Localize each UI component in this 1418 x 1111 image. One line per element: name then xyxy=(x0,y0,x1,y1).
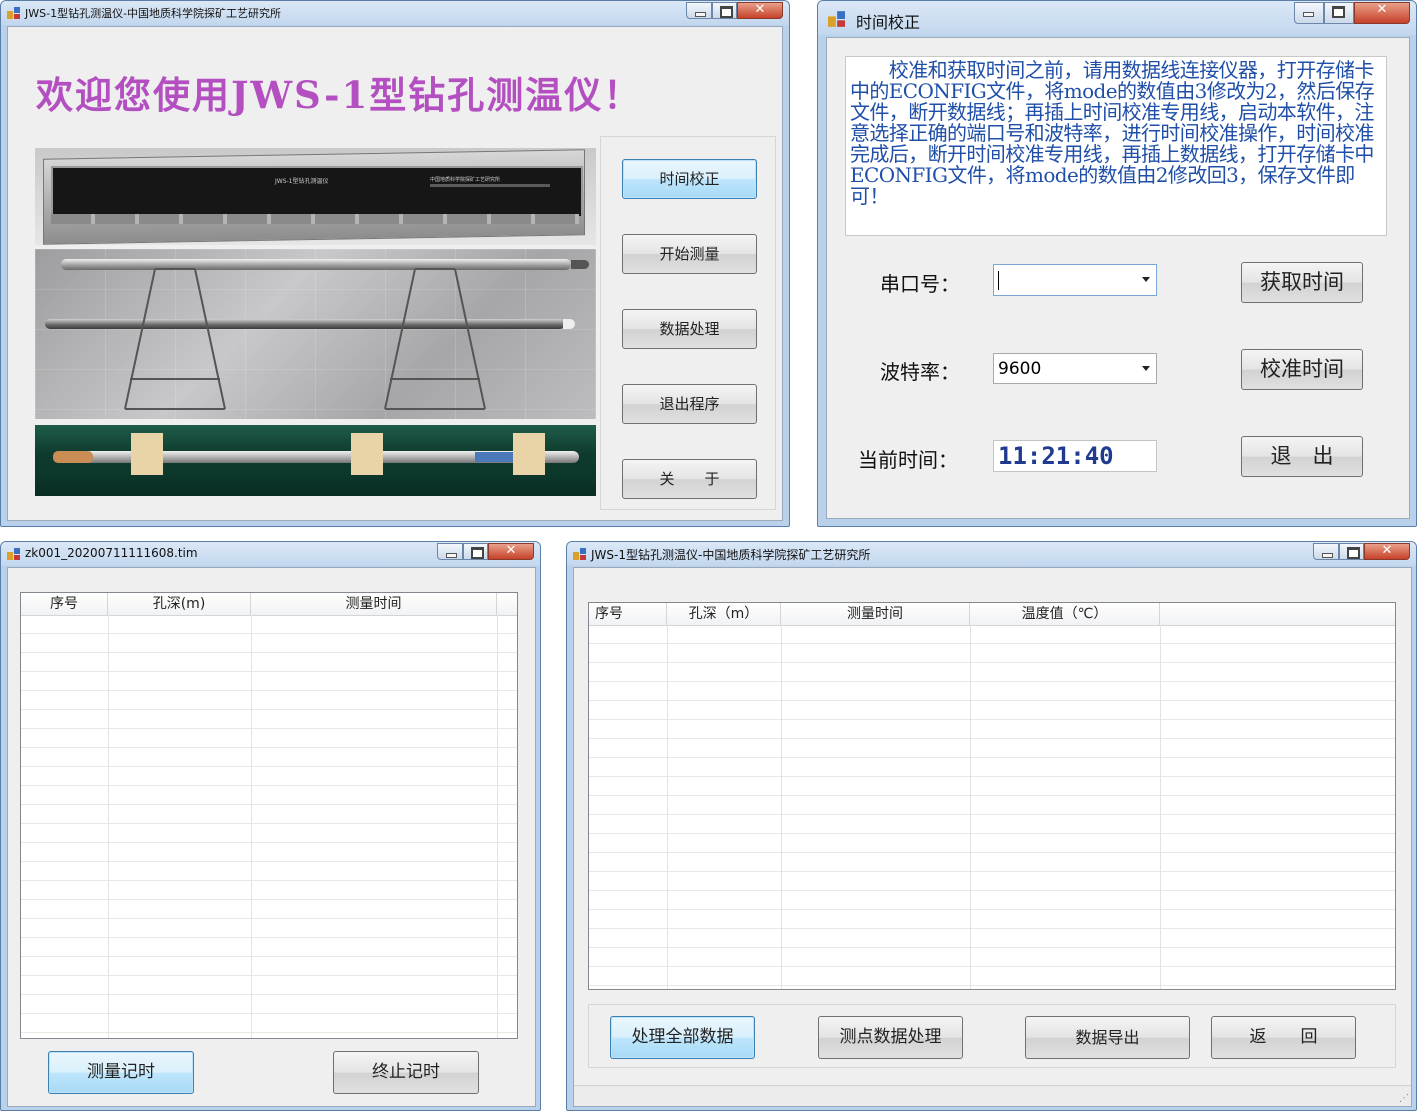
instruction-box: 校准和获取时间之前，请用数据线连接仪器，打开存储卡中的ECONFIG文件，将mo… xyxy=(845,56,1387,236)
time-calibration-button[interactable]: 时间校正 xyxy=(622,159,757,199)
process-table-header: 序号 孔深（m） 测量时间 温度值（℃） xyxy=(589,603,1395,626)
time-calibration-window: 时间校正 校准和获取时间之前，请用数据线连接仪器，打开存储卡中的ECONFIG文… xyxy=(817,0,1417,527)
record-table-header: 序号 孔深(m) 测量时间 xyxy=(21,593,517,616)
main-window: JWS-1型钻孔测温仪-中国地质科学院探矿工艺研究所 欢迎您使用JWS-1型钻孔… xyxy=(0,0,790,527)
port-label: 串口号： xyxy=(880,272,960,296)
app-icon xyxy=(828,11,845,27)
time-client-area: 校准和获取时间之前，请用数据线连接仪器，打开存储卡中的ECONFIG文件，将mo… xyxy=(826,37,1410,519)
minimize-button[interactable] xyxy=(1294,2,1324,24)
time-titlebar[interactable]: 时间校正 xyxy=(818,1,1416,35)
calibrate-time-button[interactable]: 校准时间 xyxy=(1241,349,1363,390)
maximize-button[interactable] xyxy=(463,543,488,560)
stop-timing-button[interactable]: 终止记时 xyxy=(333,1051,479,1094)
record-table[interactable]: 序号 孔深(m) 测量时间 xyxy=(20,592,518,1039)
instrument-case-photo: JWS-1型钻孔测温仪 中国地质科学院探矿工艺研究所 xyxy=(35,148,596,245)
return-button[interactable]: 返 回 xyxy=(1211,1016,1356,1059)
exit-button[interactable]: 退 出 xyxy=(1241,436,1363,477)
maximize-button[interactable] xyxy=(1339,543,1364,560)
close-button[interactable] xyxy=(1354,2,1410,24)
get-time-button[interactable]: 获取时间 xyxy=(1241,262,1363,303)
baud-value: 9600 xyxy=(998,359,1042,379)
about-button[interactable]: 关 于 xyxy=(622,459,757,499)
data-export-button[interactable]: 数据导出 xyxy=(1025,1016,1190,1059)
record-table-rows xyxy=(21,615,517,1038)
main-client-area: 欢迎您使用JWS-1型钻孔测温仪！ JWS-1型钻孔测温仪 中国地质科学院探矿工… xyxy=(7,26,783,521)
main-titlebar[interactable]: JWS-1型钻孔测温仪-中国地质科学院探矿工艺研究所 xyxy=(1,1,789,25)
welcome-text: 欢迎您使用JWS-1型钻孔测温仪！ xyxy=(36,73,643,117)
close-button[interactable] xyxy=(737,2,783,19)
minimize-button[interactable] xyxy=(1313,543,1339,560)
main-window-title: JWS-1型钻孔测温仪-中国地质科学院探矿工艺研究所 xyxy=(25,7,282,20)
close-button[interactable] xyxy=(1364,543,1410,560)
point-data-processing-button[interactable]: 测点数据处理 xyxy=(818,1016,963,1059)
baud-label: 波特率： xyxy=(880,360,960,384)
minimize-button[interactable] xyxy=(437,543,463,560)
app-icon xyxy=(7,548,20,560)
resize-grip-icon[interactable]: ⋰ xyxy=(1399,1093,1409,1104)
probe-blocks-photo xyxy=(35,425,596,496)
column-header-depth[interactable]: 孔深（m） xyxy=(667,603,781,625)
start-timing-button[interactable]: 测量记时 xyxy=(48,1051,194,1094)
app-icon xyxy=(573,548,586,560)
maximize-button[interactable] xyxy=(1324,2,1354,24)
process-client-area: 序号 孔深（m） 测量时间 温度值（℃） 处理全部数据 测点数据处理 数据导出 … xyxy=(573,567,1412,1107)
close-button[interactable] xyxy=(488,543,534,560)
current-time-value: 11:21:40 xyxy=(998,442,1114,470)
column-header-time[interactable]: 测量时间 xyxy=(781,603,970,625)
time-window-title: 时间校正 xyxy=(856,13,921,32)
window-controls xyxy=(1313,543,1410,560)
record-client-area: 序号 孔深(m) 测量时间 测量记时 终止记时 xyxy=(7,567,536,1107)
process-table[interactable]: 序号 孔深（m） 测量时间 温度值（℃） xyxy=(588,602,1396,990)
column-header-time[interactable]: 测量时间 xyxy=(251,593,497,615)
window-controls xyxy=(1294,2,1410,24)
column-header-depth[interactable]: 孔深(m) xyxy=(108,593,251,615)
exit-program-button[interactable]: 退出程序 xyxy=(622,384,757,424)
baud-combobox[interactable]: 9600 xyxy=(993,353,1157,384)
column-header-temperature[interactable]: 温度值（℃） xyxy=(970,603,1160,625)
window-controls xyxy=(437,543,534,560)
process-window-title: JWS-1型钻孔测温仪-中国地质科学院探矿工艺研究所 xyxy=(591,548,871,562)
chevron-down-icon[interactable] xyxy=(1142,366,1150,371)
status-bar: ⋰ xyxy=(574,1085,1411,1106)
chevron-down-icon[interactable] xyxy=(1142,277,1150,282)
window-controls xyxy=(686,2,783,19)
record-titlebar[interactable]: zk001_20200711111608.tim xyxy=(1,542,540,566)
instruction-text: 校准和获取时间之前，请用数据线连接仪器，打开存储卡中的ECONFIG文件，将mo… xyxy=(850,58,1375,208)
maximize-button[interactable] xyxy=(712,2,737,19)
probe-stand-photo xyxy=(35,249,596,419)
column-header-index[interactable]: 序号 xyxy=(589,603,667,625)
process-window: JWS-1型钻孔测温仪-中国地质科学院探矿工艺研究所 序号 孔深（m） 测量时间… xyxy=(566,541,1417,1111)
port-combobox[interactable] xyxy=(993,264,1157,296)
data-processing-button[interactable]: 数据处理 xyxy=(622,309,757,349)
process-all-data-button[interactable]: 处理全部数据 xyxy=(610,1016,755,1059)
current-time-label: 当前时间： xyxy=(858,448,958,472)
process-titlebar[interactable]: JWS-1型钻孔测温仪-中国地质科学院探矿工艺研究所 xyxy=(567,542,1416,566)
record-window-title: zk001_20200711111608.tim xyxy=(25,546,198,560)
record-window: zk001_20200711111608.tim 序号 孔深(m) 测量时间 测… xyxy=(0,541,541,1111)
case-label-left: JWS-1型钻孔测温仪 xyxy=(275,178,329,185)
minimize-button[interactable] xyxy=(686,2,712,19)
process-table-rows xyxy=(589,625,1395,989)
text-caret xyxy=(998,271,999,290)
app-icon xyxy=(7,7,20,19)
case-label-right: 中国地质科学院探矿工艺研究所 xyxy=(430,177,501,183)
current-time-field: 11:21:40 xyxy=(993,440,1157,472)
column-header-index[interactable]: 序号 xyxy=(21,593,108,615)
start-measurement-button[interactable]: 开始测量 xyxy=(622,234,757,274)
